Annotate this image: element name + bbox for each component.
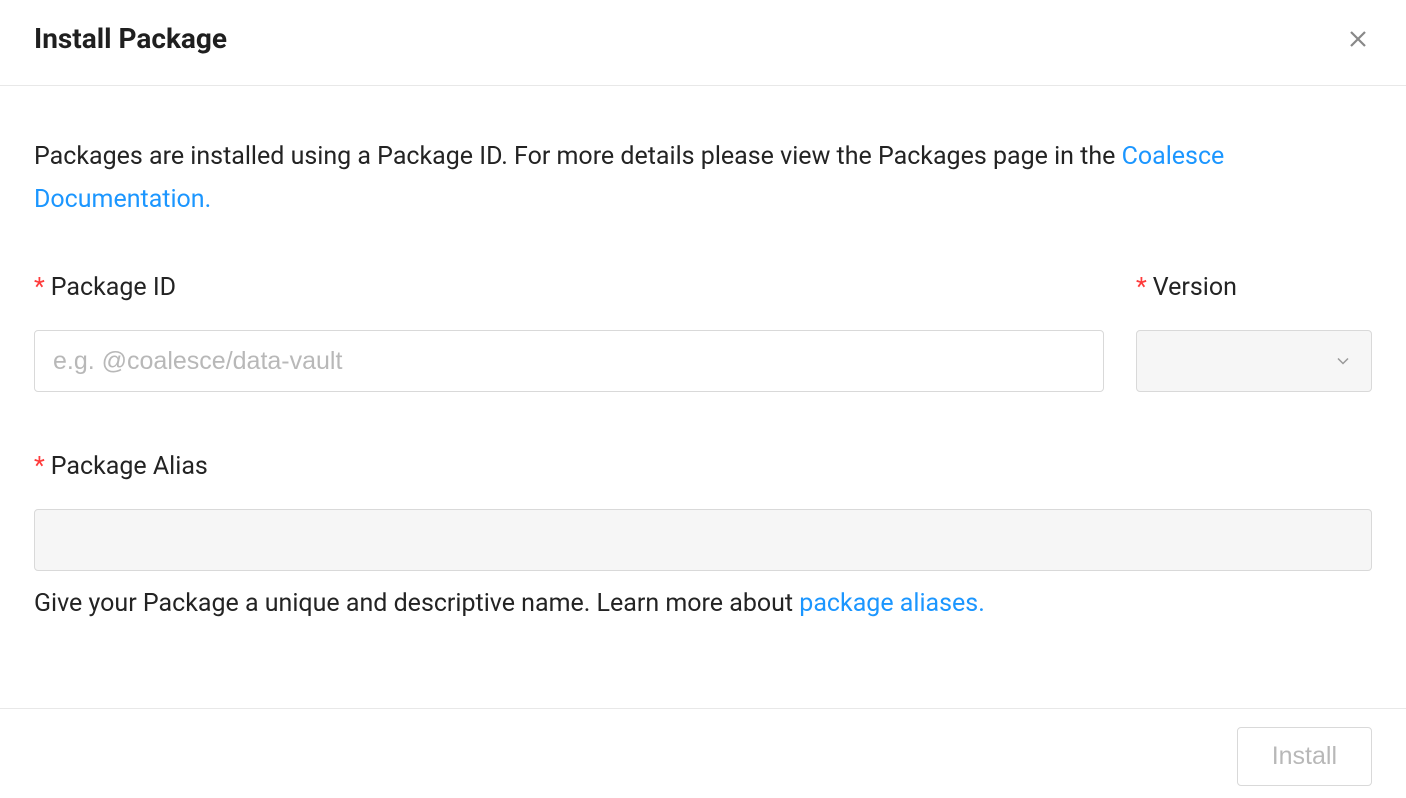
close-icon [1346,27,1370,51]
package-alias-label-text: Package Alias [51,452,208,481]
version-label: *Version [1136,273,1372,302]
dialog-header: Install Package [0,0,1406,86]
intro-prefix: Packages are installed using a Package I… [34,142,1122,171]
package-alias-group: *Package Alias Give your Package a uniqu… [34,452,1372,623]
intro-text: Packages are installed using a Package I… [34,136,1372,221]
package-id-group: *Package ID [34,273,1104,392]
version-select-wrapper [1136,330,1372,392]
install-package-dialog: Install Package Packages are installed u… [0,0,1406,798]
package-aliases-link[interactable]: package aliases. [799,589,985,618]
alias-helper-prefix: Give your Package a unique and descripti… [34,589,799,618]
package-id-label: *Package ID [34,273,1104,302]
required-marker: * [34,273,45,302]
install-button[interactable]: Install [1237,727,1372,786]
required-marker: * [1136,273,1147,302]
version-group: *Version [1136,273,1372,392]
package-alias-input[interactable] [34,509,1372,571]
alias-helper-text: Give your Package a unique and descripti… [34,585,1372,623]
package-alias-label: *Package Alias [34,452,1372,481]
close-button[interactable] [1342,23,1374,55]
dialog-title: Install Package [34,22,227,55]
dialog-footer: Install [0,708,1406,798]
package-id-label-text: Package ID [51,273,176,302]
required-marker: * [34,452,45,481]
dialog-body: Packages are installed using a Package I… [0,86,1406,708]
chevron-down-icon [1333,351,1353,371]
form-row-id-version: *Package ID *Version [34,273,1372,392]
version-select[interactable] [1136,330,1372,392]
version-label-text: Version [1153,273,1237,302]
package-id-input[interactable] [34,330,1104,392]
